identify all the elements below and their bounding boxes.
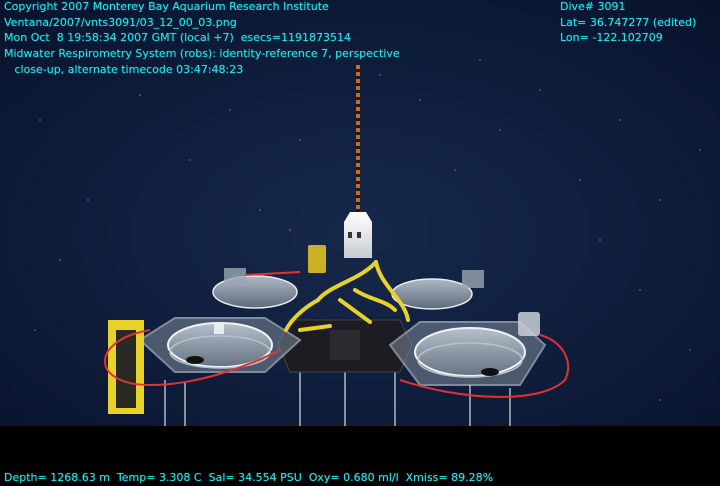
copyright-line: Copyright 2007 Monterey Bay Aquarium Res… (4, 0, 329, 13)
yellow-side-panel (108, 320, 144, 414)
latitude: Lat= 36.747277 (edited) (560, 16, 697, 29)
longitude: Lon= -122.102709 (560, 31, 663, 44)
light-housing (344, 212, 372, 258)
timecode-line: close-up, alternate timecode 03:47:48:23 (4, 63, 244, 76)
video-frame: Copyright 2007 Monterey Bay Aquarium Res… (0, 0, 720, 486)
yellow-canister (308, 245, 326, 273)
description-line: Midwater Respirometry System (robs): ide… (4, 47, 400, 60)
sensor-readout: Depth= 1268.63 m Temp= 3.308 C Sal= 34.5… (4, 471, 494, 484)
file-path-line: Ventana/2007/vnts3091/03_12_00_03.png (4, 16, 237, 29)
timestamp-line: Mon Oct 8 19:58:34 2007 GMT (local +7) e… (4, 31, 351, 44)
dive-number: Dive# 3091 (560, 0, 626, 13)
